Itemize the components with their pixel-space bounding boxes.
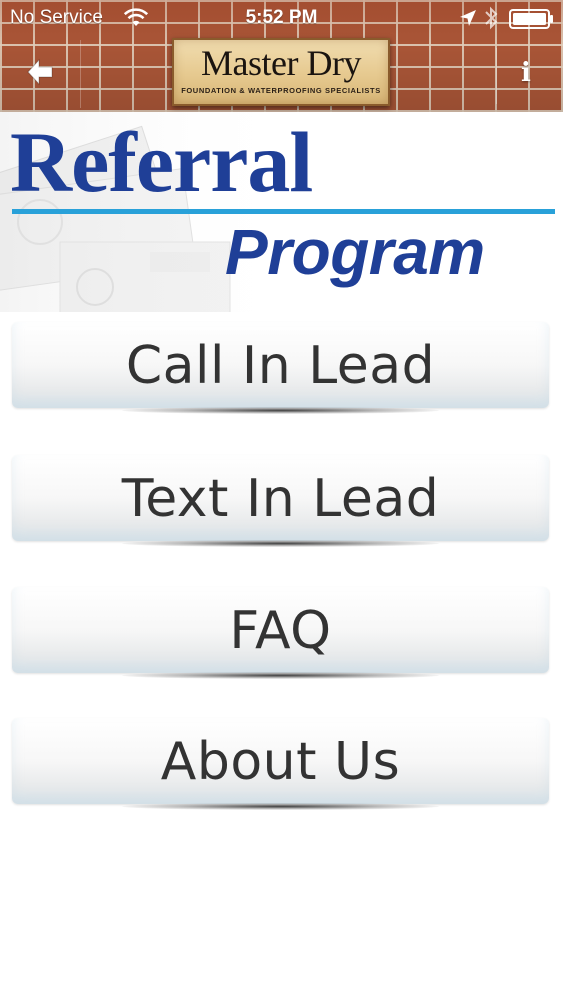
referral-banner: Referral Program: [0, 112, 563, 312]
back-button[interactable]: [0, 40, 81, 108]
text-in-lead-button[interactable]: Text In Lead: [12, 455, 549, 547]
bluetooth-icon: [484, 6, 498, 30]
banner-title-referral: Referral: [10, 114, 313, 210]
call-in-lead-label: Call In Lead: [125, 336, 436, 396]
banner-divider: [12, 209, 555, 214]
text-in-lead-label: Text In Lead: [121, 469, 440, 529]
master-dry-logo: Master Dry FOUNDATION & WATERPROOFING SP…: [172, 38, 390, 106]
logo-tagline: FOUNDATION & WATERPROOFING SPECIALISTS: [181, 86, 381, 95]
banner-title-program: Program: [225, 216, 485, 288]
clock-label: 5:52 PM: [245, 7, 318, 28]
call-in-lead-button[interactable]: Call In Lead: [12, 322, 549, 414]
location-arrow-icon: [459, 9, 477, 27]
battery-icon: [509, 9, 555, 29]
info-icon: i: [521, 58, 531, 88]
about-us-label: About Us: [160, 732, 401, 792]
info-button[interactable]: i: [496, 48, 563, 104]
faq-label: FAQ: [229, 601, 332, 661]
about-us-button[interactable]: About Us: [12, 718, 549, 810]
header-bar: No Service 5:52 PM Master Dry FOUNDATION…: [0, 0, 563, 112]
logo-name: Master Dry: [201, 43, 361, 83]
back-arrow-icon: [27, 58, 53, 86]
status-bar: No Service 5:52 PM: [0, 0, 563, 36]
faq-button[interactable]: FAQ: [12, 587, 549, 679]
